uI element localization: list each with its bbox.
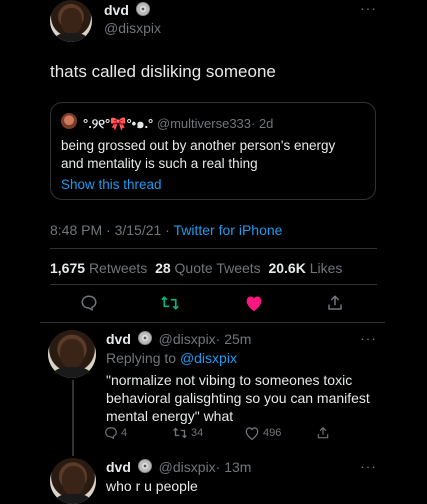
- retweet-icon: [173, 427, 187, 439]
- like-action[interactable]: 496: [244, 426, 281, 440]
- author-name-row[interactable]: dvd: [104, 2, 150, 18]
- share-icon[interactable]: [326, 294, 344, 312]
- cd-emoji-icon: [137, 459, 152, 473]
- reply-display-name[interactable]: dvd: [106, 459, 131, 475]
- stats-row: 1,675 Retweets 28 Quote Tweets 20.6K Lik…: [50, 260, 342, 276]
- quoted-text: being grossed out by another person's en…: [61, 138, 336, 171]
- timestamp[interactable]: 8:48 PM · 3/15/21 ·: [50, 222, 170, 238]
- tweet-text: thats called disliking someone: [50, 62, 276, 81]
- reply-icon[interactable]: [80, 294, 98, 312]
- retweet-icon[interactable]: [160, 294, 180, 312]
- like-icon: [245, 427, 259, 440]
- replying-to: Replying to @disxpix: [106, 350, 237, 366]
- quoted-time: · 2d: [251, 116, 274, 131]
- reply-time[interactable]: · 13m: [216, 459, 252, 475]
- retweets-stat[interactable]: 1,675 Retweets: [50, 260, 147, 276]
- quoted-display-name: °.୨୧°🎀°•๑.°: [83, 116, 154, 131]
- source-link[interactable]: Twitter for iPhone: [173, 222, 282, 238]
- reply-handle[interactable]: @disxpix: [159, 459, 216, 475]
- reply-count: 4: [121, 427, 128, 439]
- show-thread-link[interactable]: Show this thread: [61, 177, 162, 192]
- timestamp-row: 8:48 PM · 3/15/21 · Twitter for iPhone: [50, 222, 282, 238]
- thread-line: [72, 380, 74, 456]
- reply-text: who r u people: [106, 478, 198, 494]
- reply-header: dvd @disxpix· 13m: [106, 459, 251, 475]
- avatar[interactable]: [50, 0, 92, 42]
- quoted-handle: @multiverse333: [156, 116, 252, 131]
- retweet-action[interactable]: 34: [172, 426, 203, 440]
- quote-tweets-stat[interactable]: 28 Quote Tweets: [155, 260, 261, 276]
- reply-avatar[interactable]: [48, 330, 96, 378]
- reply-icon: [105, 427, 117, 440]
- replying-to-handle[interactable]: @disxpix: [180, 350, 237, 366]
- more-options-icon[interactable]: ···: [360, 458, 377, 474]
- reply-text: "normalize not vibing to someones toxic …: [106, 372, 370, 424]
- reply-avatar[interactable]: [50, 458, 96, 504]
- display-name[interactable]: dvd: [104, 2, 129, 18]
- reply-handle[interactable]: @disxpix: [159, 331, 216, 347]
- reply-display-name[interactable]: dvd: [106, 331, 131, 347]
- more-options-icon[interactable]: ···: [360, 0, 377, 16]
- retweet-count: 34: [191, 427, 204, 439]
- reply-action[interactable]: 4: [104, 426, 127, 440]
- quoted-tweet[interactable]: °.୨୧°🎀°•๑.° @multiverse333· 2d being gro…: [50, 102, 376, 200]
- divider: [40, 322, 385, 323]
- divider: [50, 248, 377, 249]
- cd-emoji-icon: [135, 2, 150, 16]
- like-icon-filled[interactable]: [244, 294, 264, 312]
- divider: [50, 284, 377, 285]
- likes-stat[interactable]: 20.6K Likes: [268, 260, 342, 276]
- reply-header: dvd @disxpix· 25m: [106, 331, 251, 347]
- share-icon[interactable]: [316, 426, 330, 440]
- like-count: 496: [263, 427, 282, 439]
- reply-time[interactable]: · 25m: [216, 331, 252, 347]
- handle[interactable]: @disxpix: [104, 20, 161, 36]
- more-options-icon[interactable]: ···: [360, 330, 377, 346]
- cd-emoji-icon: [137, 331, 152, 345]
- quoted-avatar: [61, 113, 77, 129]
